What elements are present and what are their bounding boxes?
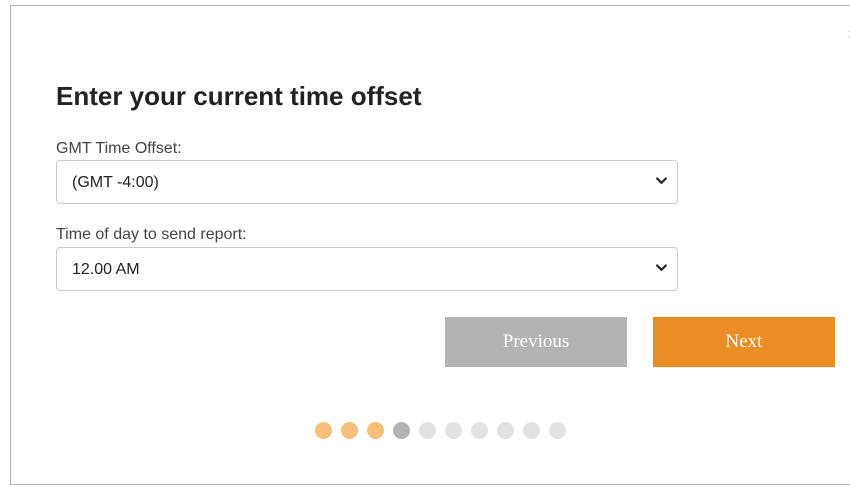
- step-dot-upcoming: [419, 422, 436, 439]
- step-dot-upcoming: [549, 422, 566, 439]
- send-time-select[interactable]: 12.00 AM: [56, 247, 678, 291]
- step-dot-upcoming: [497, 422, 514, 439]
- chevron-down-icon: [656, 264, 667, 271]
- step-dot-completed: [341, 422, 358, 439]
- step-dot-upcoming: [523, 422, 540, 439]
- send-time-value: 12.00 AM: [72, 261, 140, 278]
- dialog-title: Enter your current time offset: [56, 81, 422, 111]
- step-dot-completed: [367, 422, 384, 439]
- gmt-offset-value: (GMT -4:00): [72, 174, 159, 191]
- chevron-down-icon: [656, 177, 667, 184]
- next-button[interactable]: Next: [653, 317, 835, 367]
- step-dot-upcoming: [445, 422, 462, 439]
- step-dot-upcoming: [471, 422, 488, 439]
- gmt-offset-select[interactable]: (GMT -4:00): [56, 160, 678, 204]
- previous-button[interactable]: Previous: [445, 317, 627, 367]
- step-dot-completed: [315, 422, 332, 439]
- send-time-label: Time of day to send report:: [56, 226, 247, 243]
- gmt-offset-label: GMT Time Offset:: [56, 140, 182, 157]
- time-offset-dialog: × Enter your current time offset GMT Tim…: [10, 5, 850, 485]
- step-dot-current: [393, 422, 410, 439]
